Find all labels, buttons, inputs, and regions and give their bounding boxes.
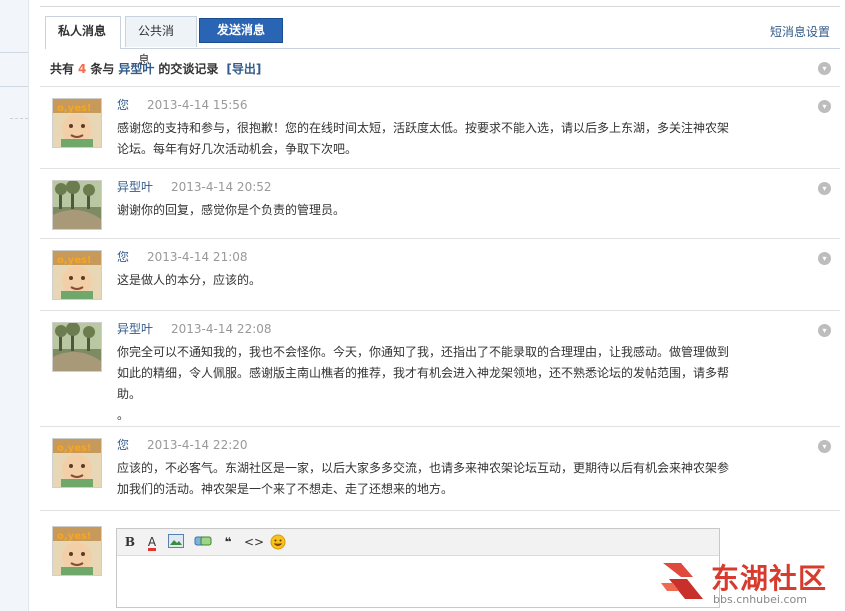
- watermark-url: bbs.cnhubei.com: [713, 593, 807, 606]
- author-name[interactable]: 您: [117, 438, 129, 452]
- collapse-icon[interactable]: ▾: [818, 182, 831, 195]
- message-item: o,yes! 您 2013-4-14 21:08 这是做人的本分，应该的。 ▾: [40, 240, 840, 308]
- author-name[interactable]: 异型叶: [117, 322, 153, 336]
- divider: [40, 510, 840, 511]
- message-text: 你完全可以不通知我的，我也不会怪你。今天，你通知了我，还指出了不能录取的合理理由…: [117, 342, 737, 426]
- export-link[interactable]: [导出]: [226, 62, 261, 76]
- message-meta: 异型叶 2013-4-14 20:52: [117, 178, 272, 195]
- message-item: 异型叶 2013-4-14 22:08 你完全可以不通知我的，我也不会怪你。今天，…: [40, 312, 840, 426]
- collapse-icon[interactable]: ▾: [818, 440, 831, 453]
- message-count: 4: [78, 62, 87, 76]
- author-name[interactable]: 异型叶: [117, 180, 153, 194]
- watermark-text: 东湖社区: [711, 562, 828, 595]
- image-icon[interactable]: [167, 534, 185, 550]
- baby-avatar[interactable]: o,yes!: [52, 438, 102, 488]
- sidebar-section: [0, 52, 28, 87]
- reply-textarea[interactable]: [117, 556, 719, 607]
- site-watermark: 东湖社区 bbs.cnhubei.com: [659, 557, 839, 607]
- message-settings-link[interactable]: 短消息设置: [770, 23, 830, 40]
- author-name[interactable]: 您: [117, 98, 129, 112]
- svg-text:o,yes!: o,yes!: [57, 531, 91, 542]
- message-time: 2013-4-14 22:08: [171, 322, 272, 336]
- quote-icon[interactable]: ❝: [219, 534, 237, 550]
- sidebar-section: [0, 0, 28, 53]
- message-meta: 您 2013-4-14 21:08: [117, 248, 248, 265]
- message-time: 2013-4-14 20:52: [171, 180, 272, 194]
- divider: [40, 168, 840, 169]
- divider: [40, 310, 840, 311]
- divider: [40, 238, 840, 239]
- message-text: 感谢您的支持和参与，很抱歉！您的在线时间太短，活跃度太低。按要求不能入选，请以后…: [117, 121, 730, 156]
- summary-prefix: 共有: [50, 62, 75, 76]
- baby-avatar[interactable]: o,yes!: [52, 526, 102, 576]
- message-text: 应该的，不必客气。东湖社区是一家，以后大家多多交流，也请多来神农架论坛互动，更期…: [117, 461, 730, 496]
- message-panel: 私人消息 公共消息 发送消息 短消息设置 共有 4 条与 异型叶 的交谈记录 [导出] ▾…: [30, 0, 845, 611]
- divider: [10, 118, 28, 119]
- collapse-icon[interactable]: ▾: [818, 62, 831, 75]
- collapse-icon[interactable]: ▾: [818, 324, 831, 337]
- contact-name[interactable]: 异型叶: [118, 62, 154, 76]
- message-time: 2013-4-14 22:20: [147, 438, 248, 452]
- watermark-logo-icon: [661, 563, 703, 599]
- message-meta: 异型叶 2013-4-14 22:08: [117, 320, 272, 337]
- divider: [40, 86, 840, 87]
- font-color-label: A: [147, 535, 157, 551]
- collapse-icon[interactable]: ▾: [818, 252, 831, 265]
- message-time: 2013-4-14 15:56: [147, 98, 248, 112]
- tab-bar: 私人消息 公共消息 发送消息: [45, 16, 840, 67]
- message-paragraph: 。: [117, 408, 130, 422]
- message-paragraph: 你完全可以不通知我的，我也不会怪你。今天，你通知了我，还指出了不能录取的合理理由…: [117, 345, 730, 401]
- message-text: 谢谢你的回复，感觉你是个负责的管理员。: [117, 203, 346, 217]
- summary-suffix: 的交谈记录: [158, 62, 219, 76]
- conversation-summary: 共有 4 条与 异型叶 的交谈记录 [导出]: [50, 60, 261, 77]
- tab-private-messages[interactable]: 私人消息: [45, 16, 121, 49]
- tab-public-messages[interactable]: 公共消息: [125, 16, 197, 67]
- left-sidebar: [0, 0, 29, 611]
- message-time: 2013-4-14 21:08: [147, 250, 248, 264]
- summary-middle: 条与: [90, 62, 115, 76]
- message-meta: 您 2013-4-14 15:56: [117, 96, 248, 113]
- landscape-avatar[interactable]: [52, 180, 102, 230]
- landscape-avatar[interactable]: [52, 322, 102, 372]
- baby-avatar[interactable]: o,yes!: [52, 98, 102, 148]
- collapse-icon[interactable]: ▾: [818, 100, 831, 113]
- author-name[interactable]: 您: [117, 250, 129, 264]
- svg-text:o,yes!: o,yes!: [57, 443, 91, 454]
- message-item: o,yes! 您 2013-4-14 22:20 应该的，不必客气。东湖社区是一家…: [40, 428, 840, 508]
- smiley-icon[interactable]: [269, 534, 287, 550]
- baby-avatar[interactable]: o,yes!: [52, 250, 102, 300]
- svg-text:o,yes!: o,yes!: [57, 103, 91, 114]
- message-item: o,yes! 您 2013-4-14 15:56 感谢您的支持和参与，很抱歉！您的…: [40, 88, 840, 168]
- reply-editor: B A ❝ <>: [116, 528, 720, 608]
- editor-toolbar: B A ❝ <>: [117, 529, 719, 556]
- message-meta: 您 2013-4-14 22:20: [117, 436, 248, 453]
- bold-icon[interactable]: B: [121, 534, 139, 550]
- svg-text:o,yes!: o,yes!: [57, 255, 91, 266]
- divider: [40, 426, 840, 427]
- link-icon[interactable]: [193, 534, 215, 550]
- send-message-button[interactable]: 发送消息: [199, 18, 283, 43]
- message-text: 这是做人的本分，应该的。: [117, 273, 262, 287]
- message-item: 异型叶 2013-4-14 20:52 谢谢你的回复，感觉你是个负责的管理员。 ▾: [40, 170, 840, 238]
- code-icon[interactable]: <>: [243, 534, 265, 550]
- divider: [40, 6, 840, 7]
- font-color-icon[interactable]: A: [143, 534, 161, 551]
